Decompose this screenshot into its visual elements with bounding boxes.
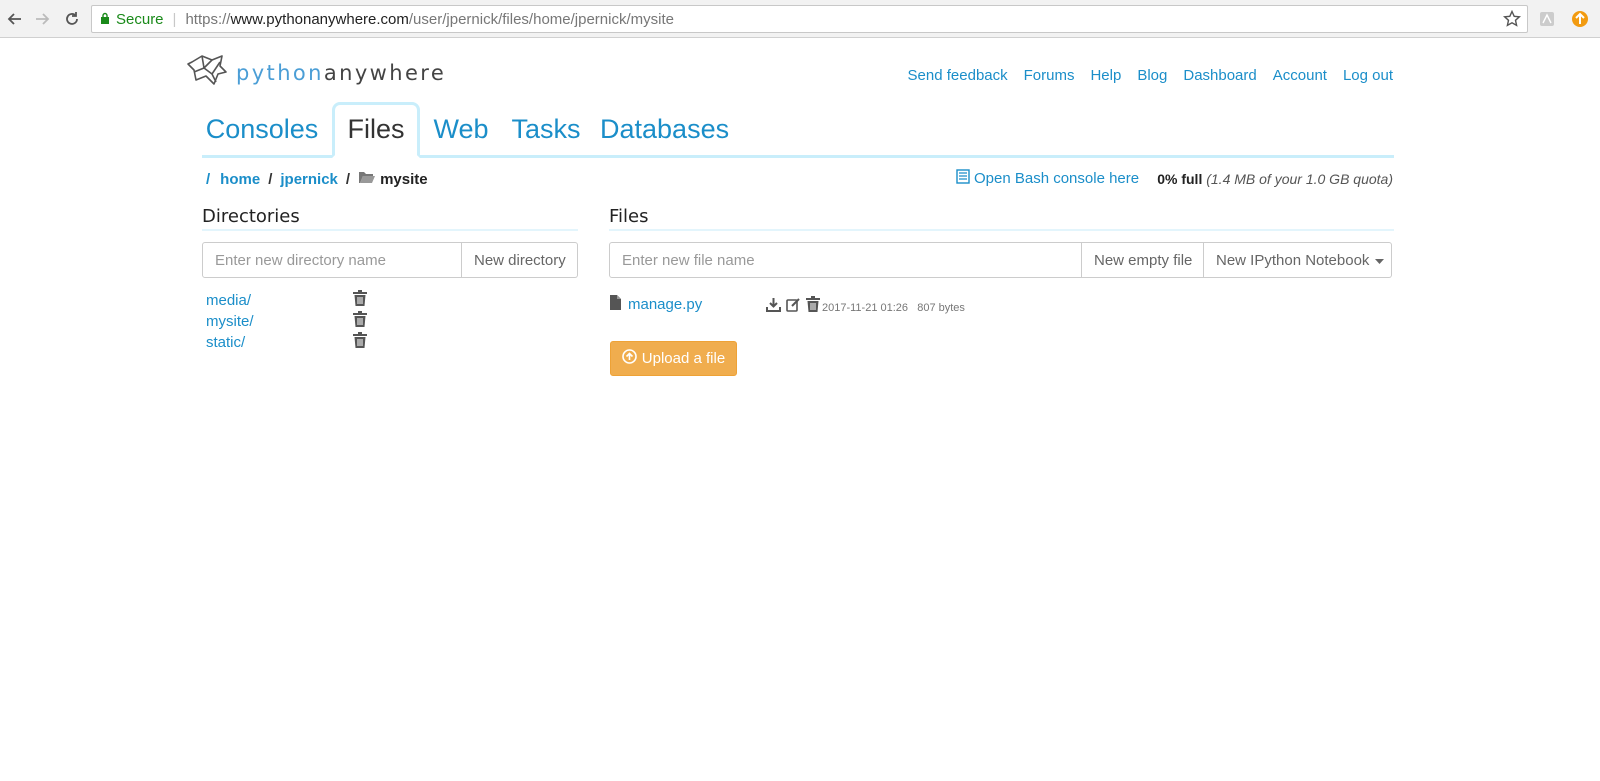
new-ipython-notebook-label: New IPython Notebook (1216, 251, 1370, 269)
file-link-manage-py[interactable]: manage.py (628, 296, 702, 313)
url-scheme: https:// (185, 10, 231, 28)
tab-tasks[interactable]: Tasks (510, 102, 582, 157)
tab-web[interactable]: Web (430, 102, 492, 157)
table-row: manage.py (610, 293, 702, 315)
lock-icon (100, 11, 110, 28)
breadcrumb: / home / jpernick / mysite (206, 170, 428, 188)
url-host: www.pythonanywhere.com (230, 10, 409, 28)
url-path: /user/jpernick/files/home/jpernick/mysit… (408, 10, 674, 28)
open-folder-icon (358, 170, 376, 188)
reload-icon[interactable] (61, 8, 83, 30)
upload-circle-icon (621, 349, 637, 368)
directory-link-media[interactable]: media/ (206, 292, 251, 309)
upload-file-button[interactable]: Upload a file (610, 341, 737, 376)
breadcrumb-home[interactable]: home (220, 171, 260, 188)
list-item: media/ (206, 290, 367, 313)
download-icon[interactable] (766, 297, 781, 315)
trash-icon[interactable] (353, 311, 367, 332)
breadcrumb-root[interactable]: / (206, 171, 210, 188)
tab-databases[interactable]: Databases (600, 102, 729, 157)
directory-link-mysite[interactable]: mysite/ (206, 313, 254, 330)
directories-heading: Directories (202, 206, 578, 231)
list-item: mysite/ (206, 311, 367, 334)
trash-icon[interactable] (353, 290, 367, 311)
forward-arrow-icon[interactable] (31, 8, 53, 30)
pythonanywhere-logo[interactable]: pythonanywhere (186, 52, 446, 93)
new-ipython-notebook-dropdown[interactable]: New IPython Notebook (1204, 242, 1392, 278)
logout-link[interactable]: Log out (1343, 67, 1393, 84)
breadcrumb-current: mysite (380, 170, 428, 188)
address-bar[interactable]: Secure | https://www.pythonanywhere.com /… (91, 5, 1528, 33)
dashboard-link[interactable]: Dashboard (1183, 67, 1256, 84)
help-link[interactable]: Help (1090, 67, 1121, 84)
breadcrumb-separator: / (345, 170, 351, 188)
file-icon (610, 295, 621, 313)
logo-anywhere: anywhere (323, 60, 447, 85)
files-heading: Files (609, 206, 1394, 231)
top-nav: Send feedback Forums Help Blog Dashboard… (908, 67, 1393, 84)
console-list-icon (956, 169, 970, 188)
logo-python: python (236, 60, 324, 85)
main-tabs: Consoles Files Web Tasks Databases (202, 102, 1394, 158)
list-item: static/ (206, 332, 367, 355)
snake-logo-icon (186, 52, 230, 93)
upload-file-label: Upload a file (641, 350, 726, 367)
send-feedback-link[interactable]: Send feedback (908, 67, 1008, 84)
trash-icon[interactable] (806, 296, 820, 316)
file-metadata: 2017-11-21 01:26 807 bytes (822, 302, 965, 314)
new-empty-file-button[interactable]: New empty file (1082, 242, 1204, 278)
tab-consoles[interactable]: Consoles (202, 102, 322, 157)
caret-down-icon (1375, 252, 1385, 269)
new-directory-group: New directory (202, 242, 578, 278)
new-file-group: New empty file New IPython Notebook (609, 242, 1392, 278)
new-directory-button[interactable]: New directory (462, 242, 578, 278)
new-file-input[interactable] (609, 242, 1082, 278)
open-bash-console-label: Open Bash console here (974, 170, 1140, 187)
directory-list: media/ mysite/ static/ (206, 290, 367, 355)
omnibox-divider: | (172, 10, 177, 28)
quota-detail: (1.4 MB of your 1.0 GB quota) (1206, 171, 1393, 187)
new-directory-input[interactable] (202, 242, 462, 278)
pdf-extension-icon[interactable] (1537, 9, 1557, 29)
back-arrow-icon[interactable] (4, 8, 26, 30)
file-size: 807 bytes (917, 302, 965, 314)
blog-link[interactable]: Blog (1137, 67, 1167, 84)
breadcrumb-separator: / (268, 170, 273, 188)
logo-wordmark: pythonanywhere (236, 61, 446, 85)
tab-files[interactable]: Files (332, 102, 420, 158)
trash-icon[interactable] (353, 332, 367, 353)
browser-toolbar: Secure | https://www.pythonanywhere.com /… (0, 0, 1600, 38)
secure-label: Secure (116, 10, 164, 28)
file-modified: 2017-11-21 01:26 (822, 302, 909, 314)
file-actions (766, 296, 820, 316)
breadcrumb-jpernick[interactable]: jpernick (280, 171, 338, 188)
directory-link-static[interactable]: static/ (206, 334, 245, 351)
open-bash-console-link[interactable]: Open Bash console here (956, 169, 1139, 188)
bookmark-star-icon[interactable] (1502, 9, 1522, 32)
account-link[interactable]: Account (1273, 67, 1327, 84)
storage-quota: 0% full (1.4 MB of your 1.0 GB quota) (1157, 171, 1393, 187)
forums-link[interactable]: Forums (1024, 67, 1075, 84)
extension-badge-icon[interactable] (1570, 9, 1590, 29)
quota-percent: 0% full (1157, 171, 1203, 187)
edit-icon[interactable] (786, 297, 801, 315)
